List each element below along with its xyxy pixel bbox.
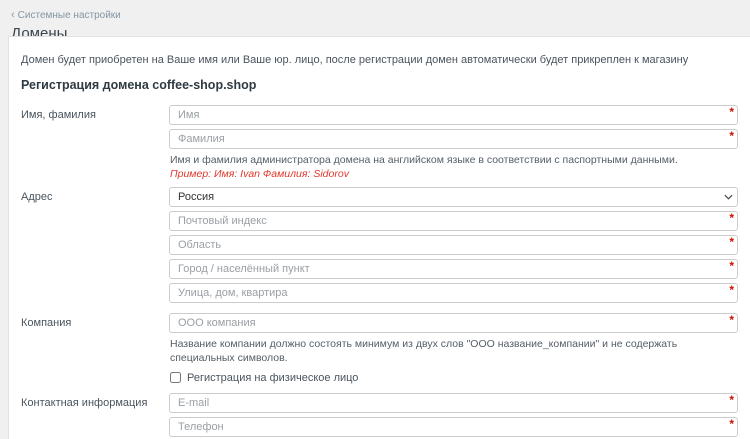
contact-section-label: Контактная информация [21, 393, 169, 439]
phone-input[interactable] [169, 417, 738, 437]
address-section-label: Адрес [21, 187, 169, 307]
name-section-label: Имя, фамилия [21, 105, 169, 187]
domains-panel: Домен будет приобретен на Ваше имя или В… [8, 36, 750, 439]
contact-row: Контактная информация * * Номер телефона… [21, 393, 738, 439]
name-example-text: Пример: Имя: Ivan Фамилия: Sidorov [170, 168, 738, 180]
company-section-label: Компания [21, 313, 169, 392]
last-name-input[interactable] [169, 129, 738, 149]
first-name-input[interactable] [169, 105, 738, 125]
street-input[interactable] [169, 283, 738, 303]
company-input[interactable] [169, 313, 738, 333]
individual-person-checkbox[interactable] [170, 372, 181, 383]
form-heading: Регистрация домена coffee-shop.shop [21, 78, 738, 92]
name-row: Имя, фамилия * * Имя и фамилия администр… [21, 105, 738, 187]
company-row: Компания * Название компании должно сост… [21, 313, 738, 392]
breadcrumb-label: Системные настройки [18, 10, 121, 21]
address-row: Адрес Россия * * * [21, 187, 738, 307]
name-help-text: Имя и фамилия администратора домена на а… [170, 153, 738, 167]
country-select[interactable]: Россия [169, 187, 738, 207]
email-input[interactable] [169, 393, 738, 413]
company-help-text: Название компании должно состоять миниму… [170, 337, 738, 365]
zip-input[interactable] [169, 211, 738, 231]
city-input[interactable] [169, 259, 738, 279]
page-header: ‹Системные настройки Домены [0, 0, 750, 36]
intro-text: Домен будет приобретен на Ваше имя или В… [21, 54, 738, 66]
individual-person-checkbox-label[interactable]: Регистрация на физическое лицо [187, 372, 358, 384]
back-chevron-icon: ‹ [11, 9, 15, 21]
breadcrumb-system-settings[interactable]: ‹Системные настройки [11, 9, 121, 21]
region-input[interactable] [169, 235, 738, 255]
